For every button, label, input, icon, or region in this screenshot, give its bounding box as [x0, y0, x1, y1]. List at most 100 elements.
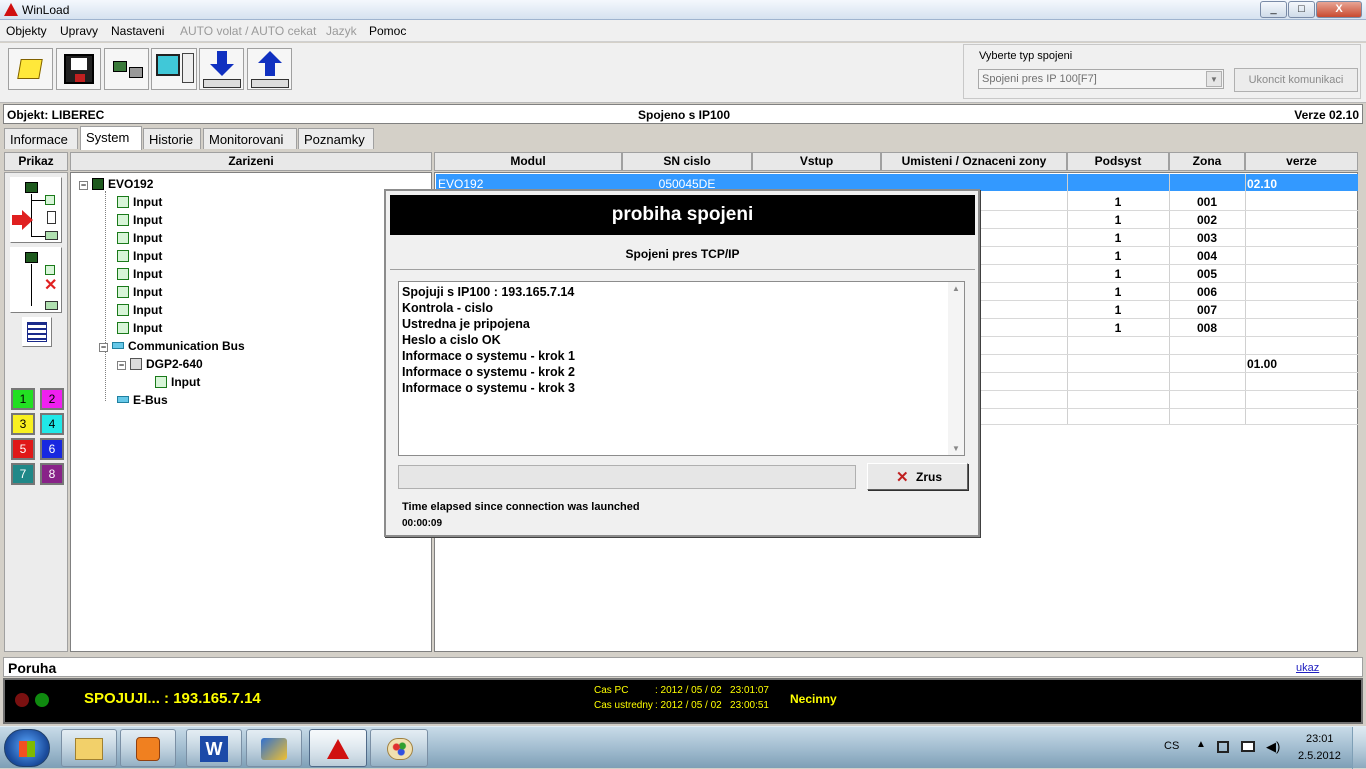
tree-node-evo192[interactable]: − EVO192 — [79, 177, 153, 191]
download-button[interactable] — [199, 48, 244, 90]
col-sn[interactable]: SN cislo — [622, 152, 752, 171]
tree-node-input[interactable]: Input — [117, 195, 162, 209]
partition-6-button[interactable]: 6 — [40, 438, 64, 460]
input-icon — [117, 268, 129, 280]
list-view-button[interactable] — [22, 317, 52, 347]
tree-node-communication-bus[interactable]: − Communication Bus — [99, 339, 245, 353]
table-row-zona: 006 — [1196, 285, 1218, 299]
command-panel: ✕ 1 2 3 4 5 6 7 8 — [4, 172, 68, 652]
cancel-button[interactable]: ✕ Zrus — [867, 463, 968, 490]
partition-3-button[interactable]: 3 — [11, 413, 35, 435]
connection-status: Spojeno s IP100 — [638, 108, 731, 122]
draw-task[interactable] — [246, 729, 302, 767]
input-icon — [117, 232, 129, 244]
tree-node-input[interactable]: Input — [117, 213, 162, 227]
folder-icon — [75, 738, 103, 760]
language-indicator[interactable]: CS — [1164, 740, 1179, 752]
chevron-down-icon[interactable]: ▼ — [1206, 71, 1222, 87]
collapse-icon[interactable]: − — [117, 361, 126, 370]
tree-node-input[interactable]: Input — [117, 267, 162, 281]
maximize-button[interactable]: □ — [1288, 1, 1315, 18]
close-button[interactable]: X — [1316, 1, 1362, 18]
winload-task[interactable] — [309, 729, 367, 767]
device-remove-icon — [25, 252, 38, 263]
ukaz-link[interactable]: ukaz — [1296, 662, 1319, 674]
tray-volume-icon[interactable]: ◀) — [1266, 739, 1280, 755]
connecting-dialog: probiha spojeni Spojeni pres TCP/IP Spoj… — [384, 189, 980, 537]
partition-2-button[interactable]: 2 — [40, 388, 64, 410]
input-icon — [155, 376, 167, 388]
add-device-button[interactable] — [10, 177, 62, 243]
cas-ustredny-value: : 2012 / 05 / 02 23:00:51 — [655, 700, 769, 711]
clock-time[interactable]: 23:01 — [1306, 733, 1334, 745]
word-task[interactable]: W — [186, 729, 242, 767]
partition-4-button[interactable]: 4 — [40, 413, 64, 435]
col-umisteni[interactable]: Umisteni / Oznaceni zony — [881, 152, 1067, 171]
tab-system[interactable]: System — [80, 126, 142, 150]
table-row-zona: 005 — [1196, 267, 1218, 281]
cas-ustredny-label: Cas ustredny — [594, 700, 653, 711]
minimize-button[interactable]: _ — [1260, 1, 1287, 18]
paint-task[interactable] — [370, 729, 428, 767]
selected-verze: 02.10 — [1247, 177, 1278, 191]
col-vstup[interactable]: Vstup — [752, 152, 881, 171]
open-folder-button[interactable] — [8, 48, 53, 90]
tab-monitorovani[interactable]: Monitorovani — [203, 128, 297, 149]
partition-1-button[interactable]: 1 — [11, 388, 35, 410]
title-bar: WinLoad _ □ X — [0, 0, 1366, 20]
menu-upravy[interactable]: Upravy — [60, 24, 98, 38]
scroll-up-icon[interactable]: ▲ — [952, 284, 960, 293]
col-modul[interactable]: Modul — [434, 152, 622, 171]
menu-bar: Objekty Upravy Nastaveni AUTO volat / AU… — [0, 20, 1366, 42]
partition-8-button[interactable]: 8 — [40, 463, 64, 485]
status-panel: SPOJUJI... : 193.165.7.14 Cas PC : 2012 … — [3, 678, 1363, 724]
tree-node-e-bus[interactable]: E-Bus — [117, 393, 168, 407]
tree-node-input[interactable]: Input — [117, 321, 162, 335]
start-button[interactable] — [4, 729, 50, 767]
collapse-icon[interactable]: − — [99, 343, 108, 352]
zarizeni-header: Zarizeni — [70, 152, 432, 171]
tab-poznamky[interactable]: Poznamky — [298, 128, 374, 149]
tab-informace[interactable]: Informace — [4, 128, 78, 149]
tree-node-input[interactable]: Input — [155, 375, 200, 389]
connection-log[interactable]: Spojuji s IP100 : 193.165.7.14 Kontrola … — [398, 281, 965, 456]
tray-action-center-icon[interactable] — [1241, 741, 1255, 752]
floppy-icon — [64, 54, 94, 84]
log-scrollbar[interactable]: ▲ ▼ — [948, 282, 964, 455]
connecting-text: SPOJUJI... : 193.165.7.14 — [84, 690, 261, 707]
menu-jazyk[interactable]: Jazyk — [326, 24, 357, 38]
show-desktop-button[interactable] — [1352, 727, 1366, 769]
explorer-task[interactable] — [61, 729, 117, 767]
network-button[interactable] — [104, 48, 149, 90]
tab-historie[interactable]: Historie — [143, 128, 201, 149]
tree-node-input[interactable]: Input — [117, 303, 162, 317]
tree-node-dgp2-640[interactable]: − DGP2-640 — [117, 357, 203, 371]
upload-button[interactable] — [247, 48, 292, 90]
partition-5-button[interactable]: 5 — [11, 438, 35, 460]
tree-node-input[interactable]: Input — [117, 249, 162, 263]
tray-device-icon[interactable] — [1217, 741, 1229, 753]
menu-pomoc[interactable]: Pomoc — [369, 24, 406, 38]
menu-objekty[interactable]: Objekty — [6, 24, 47, 38]
end-communication-button[interactable]: Ukoncit komunikaci — [1234, 68, 1358, 92]
menu-auto[interactable]: AUTO volat / AUTO cekat — [180, 24, 316, 38]
partition-7-button[interactable]: 7 — [11, 463, 35, 485]
log-line: Kontrola - cislo — [402, 301, 493, 315]
media-player-task[interactable] — [120, 729, 176, 767]
menu-nastaveni[interactable]: Nastaveni — [111, 24, 164, 38]
collapse-icon[interactable]: − — [79, 181, 88, 190]
col-zona[interactable]: Zona — [1169, 152, 1245, 171]
clock-date[interactable]: 2.5.2012 — [1298, 750, 1341, 762]
x-icon: ✕ — [44, 277, 58, 294]
connection-type-select[interactable]: Spojeni pres IP 100[F7] ▼ — [978, 69, 1224, 89]
tray-expand-icon[interactable]: ▲ — [1196, 739, 1206, 750]
save-button[interactable] — [56, 48, 101, 90]
taskbar: W CS ▲ ◀) 23:01 2.5.2012 — [0, 726, 1366, 769]
remove-device-button[interactable]: ✕ — [10, 247, 62, 313]
tree-node-input[interactable]: Input — [117, 285, 162, 299]
tree-node-input[interactable]: Input — [117, 231, 162, 245]
col-verze[interactable]: verze — [1245, 152, 1358, 171]
computer-button[interactable] — [151, 48, 197, 90]
scroll-down-icon[interactable]: ▼ — [952, 444, 960, 453]
col-podsyst[interactable]: Podsyst — [1067, 152, 1169, 171]
